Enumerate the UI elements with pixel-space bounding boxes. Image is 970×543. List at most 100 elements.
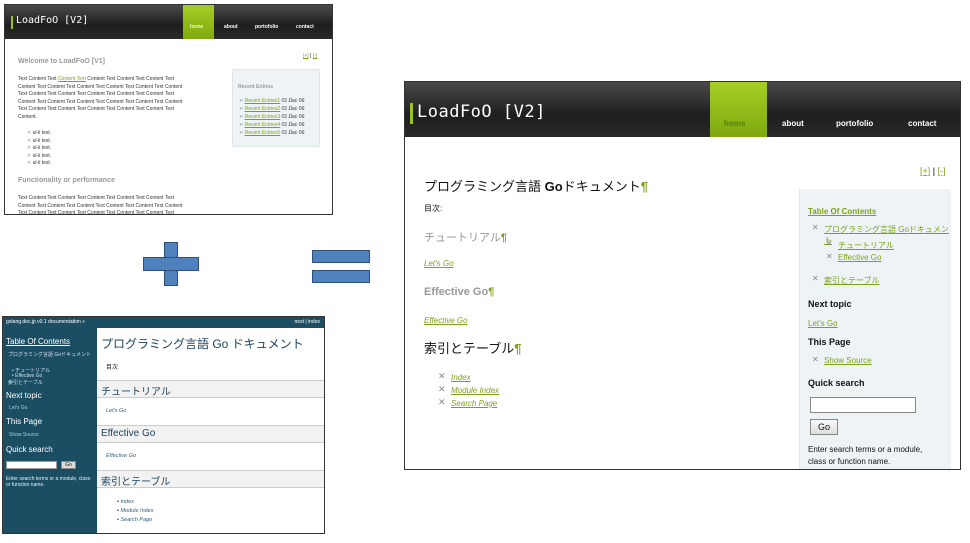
- expand-link[interactable]: [+]: [303, 53, 309, 59]
- list-item: ✕ ul-li test.: [27, 160, 52, 166]
- this-page-heading: This Page: [808, 337, 851, 347]
- permalink-pilcrow[interactable]: ¶: [641, 179, 648, 194]
- next-topic-link[interactable]: Let's Go: [808, 319, 838, 328]
- inline-link[interactable]: Content Text: [58, 76, 86, 82]
- recent-entries-title: Recent Entries: [238, 84, 274, 90]
- paragraph-line: Text Content Text Content Text Content T…: [18, 195, 175, 201]
- permalink-pilcrow[interactable]: ¶: [488, 286, 494, 298]
- quick-search-input[interactable]: [6, 461, 57, 469]
- next-topic-heading: Next topic: [6, 391, 42, 400]
- nav-about[interactable]: about: [782, 119, 804, 128]
- next-topic-link[interactable]: Let's Go: [9, 405, 27, 411]
- show-source-link[interactable]: Show Source: [9, 432, 39, 438]
- lets-go-link[interactable]: Let's Go: [424, 259, 454, 268]
- go-button[interactable]: Go: [810, 419, 838, 435]
- recent-entry-link[interactable]: Recent Entries1: [245, 98, 281, 104]
- search-help-text: Enter search terms or a module, class or…: [808, 445, 923, 466]
- recent-entry-link[interactable]: Recent Entries5: [245, 130, 281, 136]
- recent-entry-link[interactable]: Recent Entries4: [245, 122, 281, 128]
- content-paragraph-2: Text Content Text Content Text Content T…: [18, 195, 228, 215]
- quick-search-heading: Quick search: [808, 378, 865, 388]
- nav-home-label[interactable]: home: [190, 24, 203, 30]
- content-paragraph: Text Content Text Content Text Content T…: [18, 76, 223, 121]
- sidebar: Table Of Contents ✕ プログラミング言語 Goドキュメント ✕…: [799, 189, 951, 469]
- bullet-x-icon: ✕: [438, 385, 446, 395]
- index-heading: 索引とテーブル¶: [424, 341, 522, 356]
- toc-title[interactable]: Table Of Contents: [6, 337, 70, 346]
- search-page-link[interactable]: • Search Page: [117, 517, 152, 523]
- breadcrumb[interactable]: golang.doc.jp v0.1 documentation »: [6, 317, 85, 328]
- tutorial-band: チュートリアル: [97, 380, 324, 398]
- list-item: ✕ ul-li test.: [27, 130, 52, 136]
- quick-search-input[interactable]: [810, 397, 916, 413]
- sphinx-docs-screenshot: golang.doc.jp v0.1 documentation » next …: [2, 316, 325, 534]
- functionality-heading: Functionality or performance: [18, 177, 115, 184]
- collapse-link[interactable]: [-]: [938, 166, 946, 176]
- expand-collapse-toggle: [+] | [-]: [920, 166, 946, 176]
- module-index-link[interactable]: • Module Index: [117, 508, 154, 514]
- sphinx-sidebar: Table Of Contents プログラミング言語 Goドキュメント • チ…: [3, 328, 97, 533]
- bullet-x-icon: ✕: [826, 252, 833, 261]
- recent-entry-link[interactable]: Recent Entries3: [245, 114, 281, 120]
- main-title: プログラミング言語 Go ドキュメント: [101, 337, 304, 351]
- mokuji-label: 目次:: [424, 204, 443, 213]
- collapse-link[interactable]: [-]: [313, 53, 317, 59]
- next-index-links[interactable]: next | index: [295, 317, 320, 328]
- index-link[interactable]: • Index: [117, 499, 134, 505]
- permalink-pilcrow[interactable]: ¶: [501, 232, 507, 244]
- nav-portofolio[interactable]: portofolio: [255, 24, 278, 30]
- effective-heading: Effective Go: [101, 428, 156, 439]
- paragraph-line: Content Text Content Text Content Text C…: [18, 98, 183, 105]
- list-item: ✕ ul-li test.: [27, 137, 52, 144]
- nav-about[interactable]: about: [224, 24, 238, 30]
- go-button[interactable]: Go: [61, 461, 76, 469]
- index-band: 索引とテーブル: [97, 470, 324, 488]
- list-item: ✕ ul-li test.: [27, 152, 52, 159]
- index-link[interactable]: Index: [451, 373, 471, 382]
- search-page-link[interactable]: Search Page: [451, 399, 497, 408]
- module-index-link[interactable]: Module Index: [451, 386, 499, 395]
- recent-entry: ✕ Recent Entries3 01 Dec 06: [239, 114, 305, 120]
- nav-home-tab[interactable]: [183, 5, 214, 39]
- logo-accent-bar: [11, 16, 13, 29]
- paragraph-line: Text Content Text Content Text Content T…: [18, 91, 175, 97]
- recent-entry: ✕ Recent Entries4 01 Dec 06: [239, 122, 305, 128]
- nav-home-label[interactable]: home: [724, 119, 745, 128]
- expand-collapse-toggle: [+] | [-]: [303, 53, 317, 59]
- nav-home-tab[interactable]: [710, 82, 767, 137]
- bullet-x-icon: ✕: [812, 274, 819, 283]
- plus-center-fill: [165, 258, 177, 270]
- effective-go-link[interactable]: Effective Go: [106, 453, 136, 459]
- toc-item-index[interactable]: 索引とテーブル: [8, 379, 43, 386]
- effective-go-link[interactable]: Effective Go: [424, 316, 468, 325]
- welcome-heading: Welcome to LoadFoO [V1]: [18, 58, 105, 65]
- toc-item-main[interactable]: プログラミング言語 Goドキュメント: [8, 352, 96, 358]
- recent-entry: ✕ Recent Entries5 01 Dec 06: [239, 130, 305, 136]
- bullet-x-icon: ✕: [438, 398, 446, 408]
- paragraph-line: Text Content Text Content Text Content T…: [18, 76, 175, 82]
- expand-link[interactable]: [+]: [920, 166, 930, 176]
- search-help-text: Enter search terms or a module, class or…: [6, 476, 91, 488]
- recent-entry-link[interactable]: Recent Entries2: [245, 106, 281, 112]
- show-source-link[interactable]: Show Source: [824, 356, 872, 365]
- quick-search-heading: Quick search: [6, 445, 53, 454]
- nav-contact[interactable]: contact: [908, 119, 936, 128]
- tutorial-heading: チュートリアル: [101, 387, 171, 398]
- bullet-x-icon: ✕: [812, 223, 819, 232]
- paragraph-line: Content.: [18, 113, 37, 120]
- permalink-pilcrow[interactable]: ¶: [514, 341, 521, 356]
- equals-bottom-bar: [312, 270, 370, 283]
- nav-portofolio[interactable]: portofolio: [836, 119, 873, 128]
- this-page-heading: This Page: [6, 417, 43, 426]
- nav-contact[interactable]: contact: [296, 24, 314, 30]
- toc-item-tutorial[interactable]: チュートリアル: [838, 240, 894, 251]
- bullet-x-icon: ✕: [826, 239, 833, 248]
- paragraph-line: Content Text Content Text Content Text C…: [18, 83, 183, 90]
- toc-item-index[interactable]: 索引とテーブル: [824, 275, 880, 286]
- loadfoo-v1-screenshot: LoadFoO [V2] home about portofolio conta…: [4, 4, 333, 215]
- toc-item-effective[interactable]: Effective Go: [838, 253, 881, 262]
- paragraph-line: Text Content Text Content Text Content T…: [18, 210, 175, 215]
- lets-go-link[interactable]: Let's Go: [106, 408, 126, 414]
- paragraph-line: Text Content Text Content Text Content T…: [18, 106, 175, 112]
- toc-title[interactable]: Table Of Contents: [808, 207, 876, 216]
